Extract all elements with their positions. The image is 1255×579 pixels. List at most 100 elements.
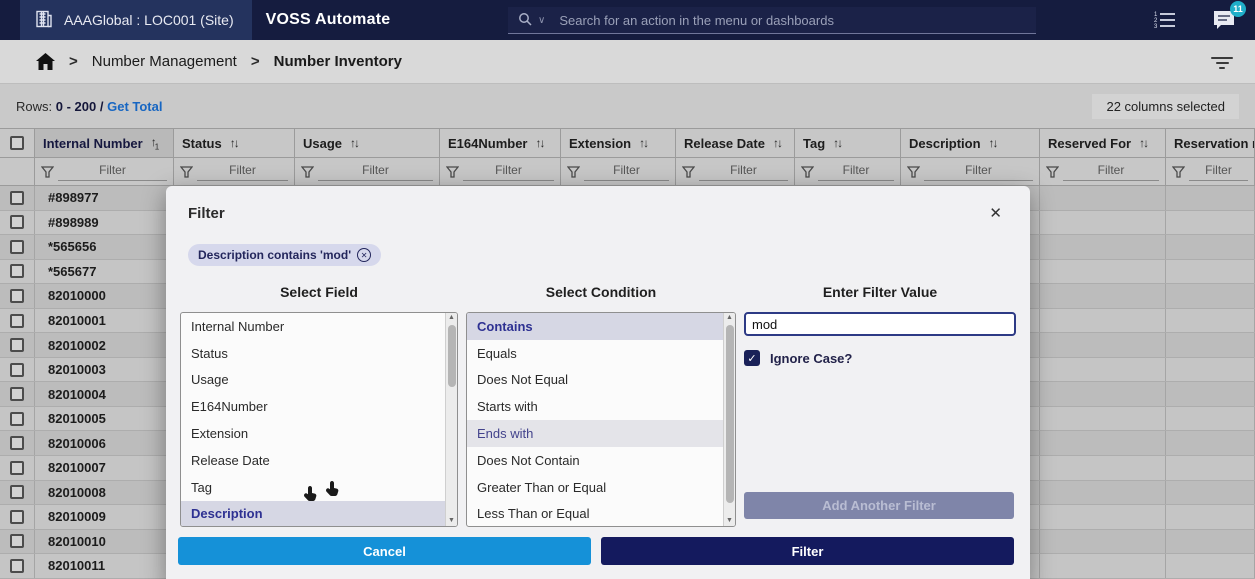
internal-number-cell[interactable]: *565656 [35,235,174,259]
funnel-icon[interactable] [907,166,920,178]
row-checkbox[interactable] [10,240,24,254]
ignore-case-option[interactable]: ✓ Ignore Case? [744,350,1016,366]
notifications-button[interactable]: 11 [1211,8,1237,32]
row-checkbox[interactable] [10,461,24,475]
apply-filter-button[interactable]: Filter [601,537,1014,565]
table-filter-menu-icon[interactable] [1211,55,1233,69]
home-icon[interactable] [36,53,55,70]
internal-number-cell[interactable]: 82010011 [35,554,174,578]
column-filter-input[interactable]: Filter [58,163,167,181]
list-item-release-date[interactable]: Release Date [181,447,445,474]
row-checkbox[interactable] [10,510,24,524]
condition-list-scrollbar[interactable]: ▲ ▼ [723,313,735,526]
list-item-greater-than-or-equal[interactable]: Greater Than or Equal [467,474,723,501]
row-checkbox[interactable] [10,363,24,377]
column-header-usage[interactable]: Usage↑↓ [295,129,440,157]
internal-number-cell[interactable]: 82010010 [35,530,174,554]
column-header-tag[interactable]: Tag↑↓ [795,129,901,157]
funnel-icon[interactable] [1172,166,1185,178]
internal-number-cell[interactable]: *565677 [35,260,174,284]
scroll-down-icon[interactable]: ▼ [448,516,455,526]
add-another-filter-button[interactable]: Add Another Filter [744,492,1014,519]
column-header-internal-number[interactable]: Internal Number↑1 [35,129,174,157]
get-total-link[interactable]: Get Total [107,99,162,114]
list-item-internal-number[interactable]: Internal Number [181,313,445,340]
funnel-icon[interactable] [301,166,314,178]
ignore-case-checkbox[interactable]: ✓ [744,350,760,366]
transaction-list-button[interactable]: 123 [1153,10,1177,30]
internal-number-cell[interactable]: 82010002 [35,333,174,357]
column-header-status[interactable]: Status↑↓ [174,129,295,157]
list-item-equals[interactable]: Equals [467,340,723,367]
internal-number-cell[interactable]: #898989 [35,211,174,235]
row-checkbox[interactable] [10,338,24,352]
row-checkbox[interactable] [10,436,24,450]
list-item-extension[interactable]: Extension [181,420,445,447]
funnel-icon[interactable] [41,166,54,178]
column-header-extension[interactable]: Extension↑↓ [561,129,676,157]
internal-number-cell[interactable]: 82010008 [35,481,174,505]
internal-number-cell[interactable]: 82010007 [35,456,174,480]
funnel-icon[interactable] [567,166,580,178]
list-item-e164number[interactable]: E164Number [181,393,445,420]
row-checkbox[interactable] [10,289,24,303]
column-filter-input[interactable]: Filter [924,163,1033,181]
internal-number-cell[interactable]: 82010005 [35,407,174,431]
internal-number-cell[interactable]: 82010009 [35,505,174,529]
list-item-usage[interactable]: Usage [181,367,445,394]
list-item-status[interactable]: Status [181,340,445,367]
funnel-icon[interactable] [446,166,459,178]
funnel-icon[interactable] [180,166,193,178]
search-input[interactable] [559,13,979,28]
scroll-down-icon[interactable]: ▼ [726,516,733,526]
filter-value-input[interactable] [744,312,1016,336]
column-filter-input[interactable]: Filter [584,163,669,181]
list-item-less-than-or-equal[interactable]: Less Than or Equal [467,501,723,527]
field-list-scrollbar[interactable]: ▲ ▼ [445,313,457,526]
scroll-up-icon[interactable]: ▲ [448,313,455,323]
row-checkbox[interactable] [10,412,24,426]
remove-filter-icon[interactable]: ✕ [357,248,371,262]
list-item-contains[interactable]: Contains [467,313,723,340]
internal-number-cell[interactable]: #898977 [35,186,174,210]
row-checkbox[interactable] [10,534,24,548]
cancel-button[interactable]: Cancel [178,537,591,565]
list-item-does-not-contain[interactable]: Does Not Contain [467,447,723,474]
column-filter-input[interactable]: Filter [818,163,894,181]
row-checkbox[interactable] [10,387,24,401]
internal-number-cell[interactable]: 82010003 [35,358,174,382]
list-item-ends-with[interactable]: Ends with [467,420,723,447]
scrollbar-thumb[interactable] [448,325,456,387]
row-checkbox[interactable] [10,191,24,205]
columns-selected-label[interactable]: 22 columns selected [1092,94,1239,119]
internal-number-cell[interactable]: 82010000 [35,284,174,308]
select-all-checkbox[interactable] [10,136,24,150]
funnel-icon[interactable] [1046,166,1059,178]
column-header-release-date[interactable]: Release Date↑↓ [676,129,795,157]
column-filter-input[interactable]: Filter [463,163,554,181]
column-filter-input[interactable]: Filter [1189,163,1248,181]
column-header-reservation-not[interactable]: Reservation not [1166,129,1255,157]
internal-number-cell[interactable]: 82010004 [35,382,174,406]
global-search[interactable]: ∨ [508,7,1036,34]
funnel-icon[interactable] [682,166,695,178]
funnel-icon[interactable] [801,166,814,178]
list-item-starts-with[interactable]: Starts with [467,393,723,420]
scroll-up-icon[interactable]: ▲ [726,313,733,323]
row-checkbox[interactable] [10,559,24,573]
row-checkbox[interactable] [10,264,24,278]
hierarchy-selector[interactable]: AAAGlobal : LOC001 (Site) [20,0,252,40]
column-filter-input[interactable]: Filter [318,163,433,181]
breadcrumb-number-management[interactable]: Number Management [92,53,237,70]
list-item-does-not-equal[interactable]: Does Not Equal [467,367,723,394]
search-scope-chevron-icon[interactable]: ∨ [538,15,545,26]
scrollbar-thumb[interactable] [726,325,734,503]
row-checkbox[interactable] [10,485,24,499]
row-checkbox[interactable] [10,215,24,229]
column-filter-input[interactable]: Filter [197,163,288,181]
column-filter-input[interactable]: Filter [1063,163,1159,181]
column-header-e164number[interactable]: E164Number↑↓ [440,129,561,157]
column-header-reserved-for[interactable]: Reserved For↑↓ [1040,129,1166,157]
column-header-description[interactable]: Description↑↓ [901,129,1040,157]
column-filter-input[interactable]: Filter [699,163,788,181]
